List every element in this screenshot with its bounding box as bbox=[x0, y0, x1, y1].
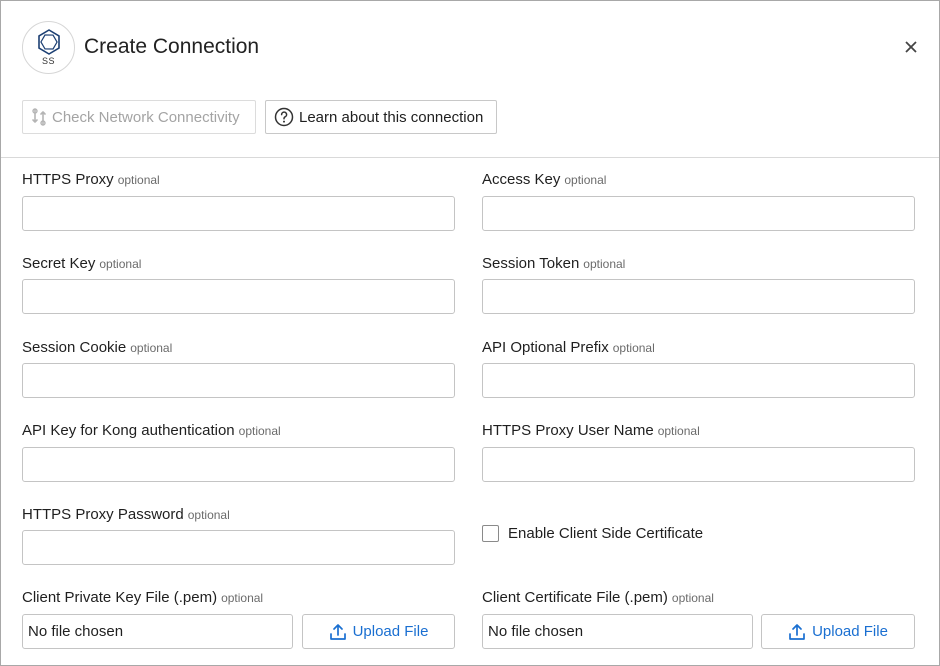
optional-tag: optional bbox=[117, 173, 160, 187]
learn-connection-label: Learn about this connection bbox=[299, 108, 484, 126]
certificate-file-label-text: Client Certificate File (.pem) bbox=[482, 589, 668, 606]
optional-tag: optional bbox=[564, 173, 607, 187]
kong-key-label-text: API Key for Kong authentication bbox=[22, 422, 235, 439]
certificate-file-status-text: No file chosen bbox=[488, 623, 584, 640]
access-key-label-text: Access Key bbox=[482, 171, 561, 188]
optional-tag: optional bbox=[583, 257, 626, 271]
access-key-input[interactable] bbox=[482, 196, 915, 231]
network-check-icon bbox=[31, 108, 47, 126]
optional-tag: optional bbox=[99, 257, 142, 271]
session-cookie-label-text: Session Cookie bbox=[22, 339, 127, 356]
close-icon bbox=[905, 41, 917, 53]
client-cert-toggle[interactable]: Enable Client Side Certificate bbox=[482, 525, 703, 542]
optional-tag: optional bbox=[221, 591, 264, 605]
certificate-upload-button[interactable]: Upload File bbox=[761, 614, 915, 649]
proxy-password-label-text: HTTPS Proxy Password bbox=[22, 506, 184, 523]
close-button[interactable] bbox=[901, 37, 921, 57]
hexagon-logo-icon bbox=[38, 29, 60, 55]
certificate-file-status: No file chosen bbox=[482, 614, 753, 649]
help-circle-icon bbox=[274, 107, 294, 127]
learn-connection-button[interactable]: Learn about this connection bbox=[265, 100, 497, 134]
private-key-file-status: No file chosen bbox=[22, 614, 293, 649]
logo-text: SS bbox=[41, 56, 55, 66]
api-prefix-label: API Optional Prefix optional bbox=[482, 339, 655, 356]
upload-icon bbox=[788, 623, 806, 641]
create-connection-dialog: SS Create Connection Check Network Conne… bbox=[0, 0, 940, 666]
session-cookie-label: Session Cookie optional bbox=[22, 339, 172, 356]
secret-key-label-text: Secret Key bbox=[22, 255, 96, 272]
upload-icon bbox=[329, 623, 347, 641]
optional-tag: optional bbox=[238, 424, 281, 438]
https-proxy-label: HTTPS Proxy optional bbox=[22, 171, 160, 188]
proxy-password-label: HTTPS Proxy Password optional bbox=[22, 506, 230, 523]
private-key-file-label-text: Client Private Key File (.pem) bbox=[22, 589, 218, 606]
private-key-upload-label: Upload File bbox=[352, 623, 429, 640]
optional-tag: optional bbox=[657, 424, 700, 438]
proxy-user-label-text: HTTPS Proxy User Name bbox=[482, 422, 654, 439]
client-cert-checkbox-label: Enable Client Side Certificate bbox=[508, 525, 704, 542]
dialog-header: SS Create Connection bbox=[1, 1, 939, 93]
private-key-upload-button[interactable]: Upload File bbox=[302, 614, 455, 649]
kong-key-input[interactable] bbox=[22, 447, 455, 482]
https-proxy-label-text: HTTPS Proxy bbox=[22, 171, 114, 188]
optional-tag: optional bbox=[612, 341, 655, 355]
client-cert-checkbox[interactable] bbox=[482, 525, 499, 542]
private-key-file-status-text: No file chosen bbox=[28, 623, 124, 640]
session-cookie-input[interactable] bbox=[22, 363, 455, 398]
secret-key-input[interactable] bbox=[22, 279, 455, 314]
https-proxy-input[interactable] bbox=[22, 196, 455, 231]
private-key-file-label: Client Private Key File (.pem) optional bbox=[22, 589, 263, 606]
check-network-button[interactable]: Check Network Connectivity bbox=[22, 100, 256, 134]
proxy-user-label: HTTPS Proxy User Name optional bbox=[482, 422, 700, 439]
proxy-password-input[interactable] bbox=[22, 530, 455, 565]
session-token-input[interactable] bbox=[482, 279, 915, 314]
proxy-user-input[interactable] bbox=[482, 447, 915, 482]
kong-key-label: API Key for Kong authentication optional bbox=[22, 422, 281, 439]
optional-tag: optional bbox=[130, 341, 173, 355]
secret-key-label: Secret Key optional bbox=[22, 255, 141, 272]
header-divider bbox=[1, 157, 939, 158]
session-token-label: Session Token optional bbox=[482, 255, 625, 272]
api-prefix-input[interactable] bbox=[482, 363, 915, 398]
certificate-file-label: Client Certificate File (.pem) optional bbox=[482, 589, 714, 606]
connector-logo: SS bbox=[22, 21, 75, 74]
dialog-title: Create Connection bbox=[84, 35, 260, 58]
optional-tag: optional bbox=[671, 591, 714, 605]
check-network-label: Check Network Connectivity bbox=[52, 108, 240, 126]
access-key-label: Access Key optional bbox=[482, 171, 606, 188]
session-token-label-text: Session Token bbox=[482, 255, 580, 272]
certificate-upload-label: Upload File bbox=[812, 623, 888, 640]
optional-tag: optional bbox=[187, 508, 230, 522]
api-prefix-label-text: API Optional Prefix bbox=[482, 339, 609, 356]
